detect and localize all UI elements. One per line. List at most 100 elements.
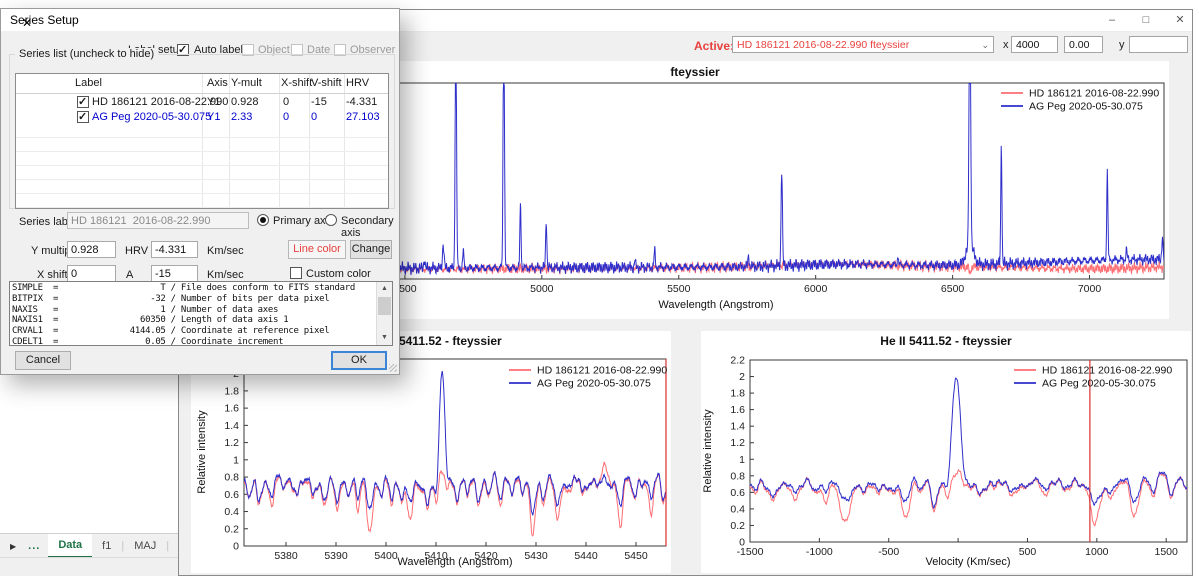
y-multiply-field[interactable] [67, 241, 116, 258]
scroll-up-icon[interactable]: ▲ [377, 282, 392, 296]
chevron-down-icon: ⌄ [981, 37, 989, 53]
x-shift-field[interactable] [67, 265, 116, 282]
cancel-button[interactable]: Cancel [15, 351, 71, 370]
sheet-tab-bar: ▶ ... Data f1 | MAJ | Alias [0, 533, 179, 558]
svg-text:1.2: 1.2 [224, 437, 239, 449]
table-cell: AG Peg 2020-05-30.075 [92, 111, 211, 123]
column-header[interactable]: Y-mult [231, 77, 262, 89]
hrv-label: HRV [125, 245, 148, 257]
svg-text:0: 0 [233, 541, 239, 553]
close-icon[interactable]: ✕ [1172, 13, 1188, 29]
svg-text:-500: -500 [878, 546, 899, 558]
table-cell: Y1 [207, 96, 220, 108]
y-position-field[interactable] [1129, 36, 1188, 53]
svg-text:1.4: 1.4 [730, 421, 745, 433]
column-header[interactable]: V-shift [311, 77, 342, 89]
svg-text:1500: 1500 [1155, 546, 1179, 558]
series-visible-checkbox[interactable] [77, 111, 89, 123]
column-header[interactable]: Axis [207, 77, 228, 89]
primary-axis-radio[interactable] [257, 214, 269, 226]
column-divider [344, 74, 345, 208]
column-divider [229, 74, 230, 208]
svg-text:0.8: 0.8 [730, 470, 745, 482]
svg-text:1: 1 [739, 454, 745, 466]
dialog-close-icon[interactable]: ✕ [10, 13, 44, 35]
column-header[interactable]: X-shift [281, 77, 312, 89]
sheet-tab-f1[interactable]: f1 [92, 534, 121, 558]
svg-text:7000: 7000 [1078, 283, 1102, 295]
svg-text:0.8: 0.8 [224, 472, 239, 484]
table-cell: 0 [283, 96, 289, 108]
scroll-down-icon[interactable]: ▼ [377, 331, 392, 345]
column-header[interactable]: HRV [346, 77, 369, 89]
series-setup-dialog: Series Setup ✕ Label setup: Auto labels … [0, 8, 400, 375]
ok-button[interactable]: OK [331, 351, 387, 370]
table-cell: -4.331 [346, 96, 377, 108]
svg-text:5400: 5400 [374, 550, 398, 562]
svg-text:-1000: -1000 [806, 546, 833, 558]
hrv-unit-label: Km/sec [207, 245, 244, 257]
svg-text:5500: 5500 [667, 283, 691, 295]
x-shift-unit-label: A [126, 269, 133, 281]
column-header[interactable]: Label [75, 77, 102, 89]
row-divider [16, 179, 388, 180]
svg-text:0.2: 0.2 [730, 520, 745, 532]
column-divider [202, 74, 203, 208]
svg-text:5440: 5440 [574, 550, 598, 562]
table-cell: 0 [311, 111, 317, 123]
sheet-tab-data[interactable]: Data [48, 534, 92, 558]
svg-text:0.2: 0.2 [224, 523, 239, 535]
svg-text:1: 1 [233, 454, 239, 466]
hrv-field[interactable] [151, 241, 198, 258]
svg-text:1.6: 1.6 [224, 403, 239, 415]
series-label-field [67, 212, 249, 229]
svg-text:HD 186121 2016-08-22.990: HD 186121 2016-08-22.990 [537, 365, 667, 377]
x-position-field[interactable] [1011, 36, 1058, 53]
row-divider [16, 193, 388, 194]
x-label: x [1003, 39, 1009, 51]
fits-scrollbar[interactable]: ▲ ▼ [376, 282, 392, 345]
svg-text:AG Peg 2020-05-30.075: AG Peg 2020-05-30.075 [1029, 101, 1143, 113]
custom-color-checkbox[interactable] [290, 267, 302, 279]
row-divider [16, 207, 388, 208]
series-list-group-label: Series list (uncheck to hide) [15, 48, 158, 60]
svg-text:1.8: 1.8 [730, 388, 745, 400]
secondary-axis-radio[interactable] [325, 214, 337, 226]
svg-text:0.6: 0.6 [224, 489, 239, 501]
svg-text:Relative intensity: Relative intensity [196, 410, 208, 494]
scrollbar-thumb[interactable] [378, 297, 391, 315]
svg-text:2.2: 2.2 [730, 355, 745, 367]
svg-text:0.6: 0.6 [730, 487, 745, 499]
fits-header-box[interactable]: SIMPLE = T / File does conform to FITS s… [9, 281, 393, 346]
svg-text:Wavelength (Angstrom): Wavelength (Angstrom) [658, 299, 773, 311]
svg-text:5390: 5390 [324, 550, 348, 562]
maximize-icon[interactable]: □ [1138, 13, 1154, 29]
svg-text:HD 186121 2016-08-22.990: HD 186121 2016-08-22.990 [1042, 365, 1172, 377]
line-color-button[interactable]: Line color [288, 240, 346, 259]
excel-status-bar [0, 557, 179, 576]
minimize-icon[interactable]: – [1104, 13, 1120, 29]
resize-grip[interactable] [389, 364, 397, 372]
svg-text:6000: 6000 [804, 283, 828, 295]
table-cell: -15 [311, 96, 327, 108]
dialog-titlebar[interactable]: Series Setup ✕ [1, 9, 399, 31]
v-shift-unit-label: Km/sec [207, 269, 244, 281]
svg-text:fteyssier: fteyssier [670, 65, 720, 79]
y-label: y [1119, 39, 1125, 51]
sheet-tab-overflow[interactable]: ... [28, 540, 40, 552]
series-visible-checkbox[interactable] [77, 96, 89, 108]
svg-text:Wavelength (Angstrom): Wavelength (Angstrom) [397, 556, 512, 568]
svg-text:1.6: 1.6 [730, 404, 745, 416]
x-step-field[interactable] [1064, 36, 1103, 53]
v-shift-field[interactable] [151, 265, 198, 282]
velocity-zoom-chart[interactable]: He II 5411.52 - fteyssier-1500-1000-5005… [701, 331, 1191, 573]
active-series-dropdown[interactable]: HD 186121 2016-08-22.990 fteyssier ⌄ [732, 36, 994, 53]
sheet-tab-maj[interactable]: MAJ [124, 534, 166, 558]
change-color-button[interactable]: Change [350, 240, 392, 259]
svg-text:AG Peg 2020-05-30.075: AG Peg 2020-05-30.075 [537, 378, 651, 390]
svg-text:0.4: 0.4 [224, 506, 239, 518]
svg-text:5430: 5430 [524, 550, 548, 562]
sheet-nav-arrow-icon[interactable]: ▶ [10, 542, 16, 551]
svg-text:Relative intensity: Relative intensity [702, 409, 714, 493]
svg-text:0: 0 [739, 537, 745, 549]
